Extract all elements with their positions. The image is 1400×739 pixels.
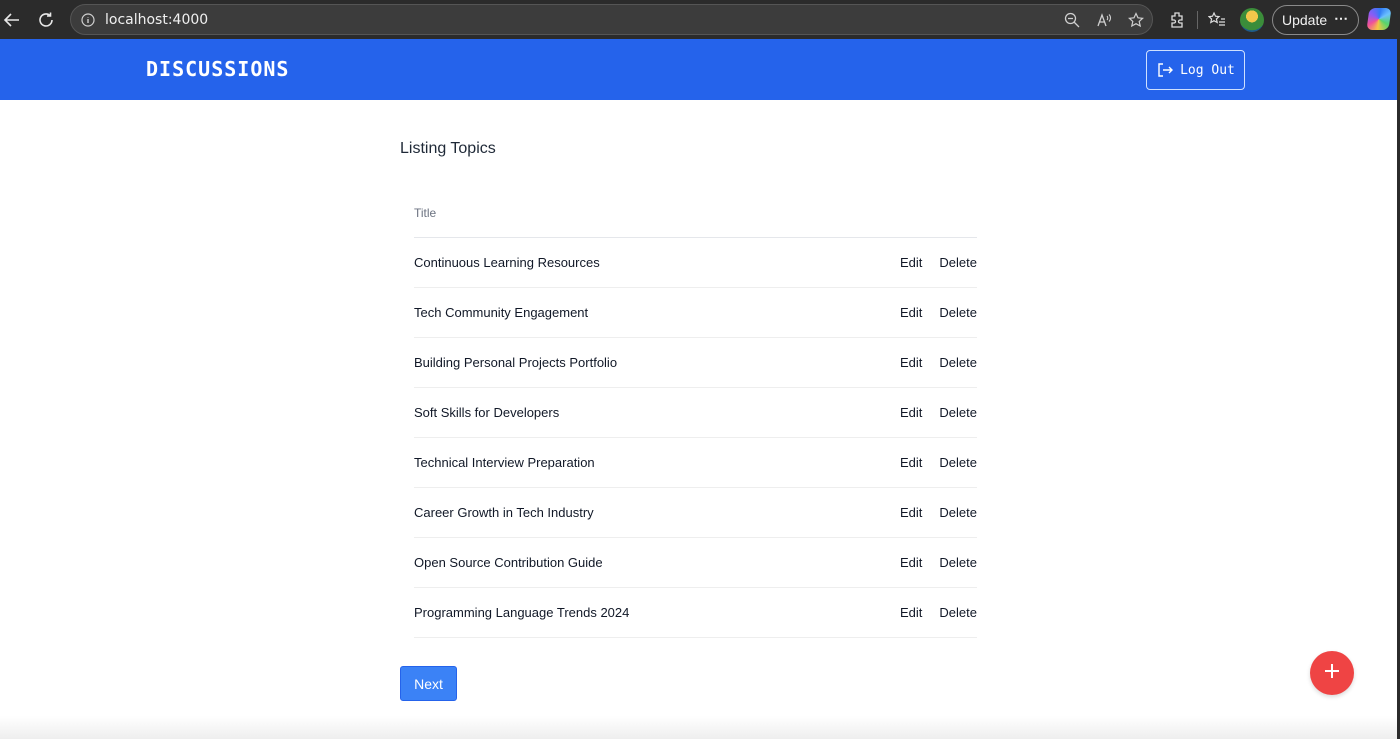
- topic-title[interactable]: Building Personal Projects Portfolio: [414, 355, 617, 370]
- extensions-icon[interactable]: [1166, 9, 1188, 31]
- next-button[interactable]: Next: [400, 666, 457, 701]
- back-arrow-icon[interactable]: [0, 8, 24, 32]
- favorites-list-icon[interactable]: [1206, 9, 1228, 31]
- delete-link[interactable]: Delete: [939, 505, 977, 520]
- topic-title[interactable]: Technical Interview Preparation: [414, 455, 595, 470]
- edit-link[interactable]: Edit: [900, 555, 922, 570]
- delete-link[interactable]: Delete: [939, 555, 977, 570]
- edit-link[interactable]: Edit: [900, 505, 922, 520]
- address-bar[interactable]: localhost:4000: [70, 4, 1153, 35]
- info-icon[interactable]: [80, 12, 96, 28]
- row-actions: Edit Delete: [900, 255, 977, 270]
- toolbar-divider: [1197, 11, 1198, 29]
- topic-title[interactable]: Continuous Learning Resources: [414, 255, 600, 270]
- table-row: Programming Language Trends 2024 Edit Dele…: [414, 588, 977, 638]
- edit-link[interactable]: Edit: [900, 405, 922, 420]
- reload-icon[interactable]: [34, 8, 58, 32]
- column-header-title: Title: [414, 205, 437, 220]
- topic-title[interactable]: Programming Language Trends 2024: [414, 605, 629, 620]
- table-row: Building Personal Projects Portfolio Edit…: [414, 338, 977, 388]
- delete-link[interactable]: Delete: [939, 405, 977, 420]
- more-menu-icon[interactable]: ⋯: [1334, 10, 1349, 27]
- table-header: Title: [414, 190, 977, 238]
- add-topic-button[interactable]: [1310, 651, 1354, 695]
- read-aloud-icon[interactable]: [1094, 10, 1114, 30]
- table-row: Tech Community Engagement Edit Delete: [414, 288, 977, 338]
- edit-link[interactable]: Edit: [900, 255, 922, 270]
- row-actions: Edit Delete: [900, 555, 977, 570]
- zoom-out-icon[interactable]: [1062, 10, 1082, 30]
- table-row: Soft Skills for Developers Edit Delete: [414, 388, 977, 438]
- logout-label: Log Out: [1180, 62, 1235, 78]
- edit-link[interactable]: Edit: [900, 305, 922, 320]
- table-row: Technical Interview Preparation Edit Delet…: [414, 438, 977, 488]
- page-title: Listing Topics: [400, 140, 496, 157]
- topics-table: Title Continuous Learning Resources Edit D…: [414, 190, 977, 638]
- logout-button[interactable]: Log Out: [1146, 50, 1245, 90]
- row-actions: Edit Delete: [900, 305, 977, 320]
- edit-link[interactable]: Edit: [900, 355, 922, 370]
- bottom-shade: [0, 716, 1397, 739]
- app-header: DISCUSSIONS Log Out: [0, 39, 1397, 100]
- delete-link[interactable]: Delete: [939, 255, 977, 270]
- app-title[interactable]: DISCUSSIONS: [146, 57, 289, 81]
- profile-avatar[interactable]: [1240, 8, 1264, 32]
- delete-link[interactable]: Delete: [939, 305, 977, 320]
- delete-link[interactable]: Delete: [939, 355, 977, 370]
- copilot-icon[interactable]: [1366, 8, 1392, 30]
- row-actions: Edit Delete: [900, 505, 977, 520]
- url-text[interactable]: localhost:4000: [105, 12, 208, 28]
- delete-link[interactable]: Delete: [939, 605, 977, 620]
- edit-link[interactable]: Edit: [900, 605, 922, 620]
- topic-title[interactable]: Career Growth in Tech Industry: [414, 505, 594, 520]
- topic-title[interactable]: Open Source Contribution Guide: [414, 555, 603, 570]
- update-label: Update: [1282, 12, 1328, 28]
- topic-title[interactable]: Tech Community Engagement: [414, 305, 588, 320]
- table-row: Continuous Learning Resources Edit Delete: [414, 238, 977, 288]
- table-row: Open Source Contribution Guide Edit Delete: [414, 538, 977, 588]
- table-row: Career Growth in Tech Industry Edit Delete: [414, 488, 977, 538]
- favorite-star-icon[interactable]: [1126, 10, 1146, 30]
- delete-link[interactable]: Delete: [939, 455, 977, 470]
- plus-icon: [1323, 662, 1341, 685]
- update-button[interactable]: Update ⋯: [1272, 5, 1359, 35]
- row-actions: Edit Delete: [900, 355, 977, 370]
- row-actions: Edit Delete: [900, 405, 977, 420]
- logout-icon: [1156, 61, 1174, 79]
- topic-title[interactable]: Soft Skills for Developers: [414, 405, 559, 420]
- row-actions: Edit Delete: [900, 605, 977, 620]
- row-actions: Edit Delete: [900, 455, 977, 470]
- browser-toolbar: localhost:4000 Update ⋯: [0, 0, 1400, 39]
- edit-link[interactable]: Edit: [900, 455, 922, 470]
